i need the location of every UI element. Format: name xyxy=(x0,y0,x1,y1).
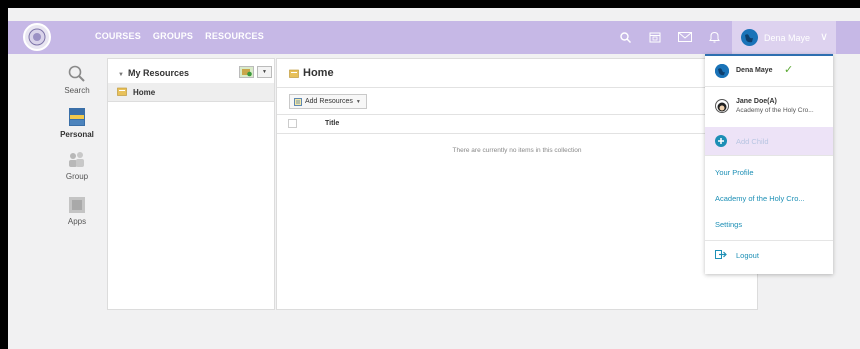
group-people-icon xyxy=(69,152,84,167)
empty-message: There are currently no items in this col… xyxy=(452,147,582,154)
caret-down-icon: ▼ xyxy=(355,98,361,105)
tree-menu-dropdown-button[interactable]: ▼ xyxy=(257,66,272,78)
chevron-down-icon: ∨ xyxy=(820,31,829,43)
caret-down-icon: ▼ xyxy=(262,69,267,75)
folder-icon xyxy=(117,87,127,96)
rail-apps[interactable]: Apps xyxy=(53,196,101,226)
add-folder-button[interactable] xyxy=(239,66,254,78)
add-resources-label: Add Resources xyxy=(305,98,353,105)
select-all-checkbox[interactable] xyxy=(288,119,297,128)
rail-apps-label: Apps xyxy=(67,217,87,226)
resource-tree-panel: ▼ My Resources ▼ Home xyxy=(107,58,275,310)
cartoon-avatar-icon xyxy=(717,102,727,112)
child-school: Academy of the Holy Cro... xyxy=(736,107,814,114)
notification-bell-icon[interactable] xyxy=(709,31,720,43)
add-folder-icon xyxy=(242,69,252,77)
rail-group-label: Group xyxy=(65,172,89,181)
calendar-icon[interactable] xyxy=(649,31,661,43)
add-circle-icon xyxy=(715,135,727,147)
table-header: Title xyxy=(277,115,757,134)
rail-personal[interactable]: Personal xyxy=(53,107,101,139)
child-avatar xyxy=(715,99,729,113)
top-navigation-bar: COURSES GROUPS RESOURCES Dena Maye ∨ xyxy=(8,21,860,54)
your-profile-link[interactable]: Your Profile xyxy=(715,168,754,177)
add-resource-icon xyxy=(294,97,302,106)
checkmark-icon: ✓ xyxy=(784,64,794,76)
personal-drawer-icon xyxy=(69,108,85,126)
search-icon xyxy=(68,65,85,82)
globe-avatar-icon xyxy=(715,64,729,78)
rail-personal-label: Personal xyxy=(60,130,94,139)
page-title: Home xyxy=(289,67,334,79)
logout-item[interactable]: Logout xyxy=(705,241,833,269)
rail-search-label: Search xyxy=(64,86,90,95)
user-menu-button[interactable]: Dena Maye ∨ xyxy=(732,21,836,54)
mail-icon[interactable] xyxy=(678,32,692,42)
user-avatar xyxy=(741,29,758,46)
dropdown-current-user[interactable]: Dena Maye ✓ xyxy=(705,56,833,86)
nav-courses[interactable]: COURSES xyxy=(95,31,141,41)
tree-header-label: My Resources xyxy=(127,68,189,78)
rail-search[interactable]: Search xyxy=(53,65,101,95)
nav-groups[interactable]: GROUPS xyxy=(153,31,193,41)
app-frame: COURSES GROUPS RESOURCES Dena Maye ∨ Sea… xyxy=(8,8,860,349)
seal-icon xyxy=(28,28,46,46)
child-name: Jane Doe(A) xyxy=(736,98,777,105)
add-child-label: Add Child xyxy=(736,137,769,146)
apps-grid-icon xyxy=(69,197,85,213)
collection-panel: Home Add Resources ▼ Title There are cur… xyxy=(276,58,758,310)
settings-link[interactable]: Settings xyxy=(715,220,742,229)
user-name: Dena Maye xyxy=(764,33,811,43)
user-dropdown-menu: Dena Maye ✓ Jane Doe(A) Academy of the H… xyxy=(705,54,833,274)
nav-resources[interactable]: RESOURCES xyxy=(205,31,264,41)
school-logo[interactable] xyxy=(23,23,51,51)
user-avatar xyxy=(715,64,729,78)
globe-avatar-icon xyxy=(741,29,758,46)
collapse-caret-icon: ▼ xyxy=(118,72,124,78)
rail-group[interactable]: Group xyxy=(53,151,101,181)
current-user-name: Dena Maye xyxy=(736,67,773,74)
divider xyxy=(705,155,833,156)
search-icon[interactable] xyxy=(620,32,631,43)
main-nav: COURSES GROUPS RESOURCES xyxy=(95,31,264,41)
tree-actions: ▼ xyxy=(239,66,272,78)
add-resources-button[interactable]: Add Resources ▼ xyxy=(289,94,367,109)
logout-label: Logout xyxy=(736,251,759,260)
academy-link[interactable]: Academy of the Holy Cro... xyxy=(715,194,805,203)
folder-icon xyxy=(289,69,299,78)
tree-header[interactable]: ▼ My Resources xyxy=(118,68,189,78)
tree-item-home-label: Home xyxy=(133,88,156,97)
page-title-text: Home xyxy=(303,67,334,79)
dropdown-child-account[interactable]: Jane Doe(A) Academy of the Holy Cro... xyxy=(705,87,833,126)
divider xyxy=(277,87,757,88)
add-child-item[interactable]: Add Child xyxy=(705,127,833,155)
column-title[interactable]: Title xyxy=(325,120,339,127)
logout-icon xyxy=(715,250,727,259)
tree-item-home[interactable]: Home xyxy=(108,83,274,102)
